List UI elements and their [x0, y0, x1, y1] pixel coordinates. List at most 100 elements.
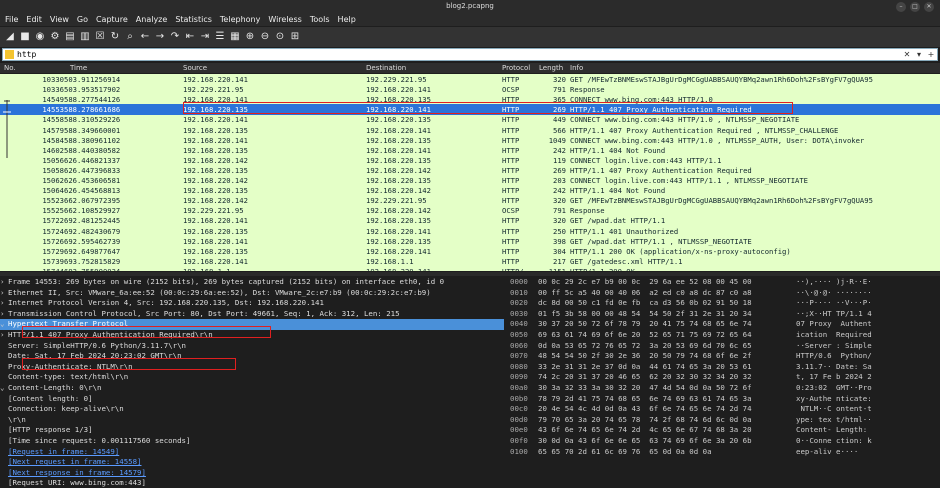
minimize-icon[interactable]: –	[896, 2, 906, 12]
tree-item-label: \r\n	[8, 414, 26, 424]
tree-item[interactable]: › Transmission Control Protocol, Src Port…	[0, 309, 504, 320]
menu-help[interactable]: Help	[335, 14, 359, 26]
tree-item[interactable]: \r\n	[0, 415, 504, 426]
expander-icon[interactable]: ⌄	[0, 383, 8, 394]
bytes-off: 0050	[510, 330, 528, 339]
tree-item[interactable]: ⌄ Content-Length: 0\r\n	[0, 383, 504, 394]
normal-size-icon[interactable]: ⊙	[273, 30, 287, 44]
tree-item[interactable]: [Request URI: www.bing.com:443]	[0, 478, 504, 488]
bytes-hex: 43 6f 6e 74 65 6e 74 2d 4c 65 6e 67 74 6…	[538, 425, 752, 435]
column-time[interactable]: Time	[70, 64, 87, 72]
bytes-off: 0000	[510, 277, 528, 286]
bytes-asc: ··),···· )j·R··E·	[796, 277, 872, 286]
dropdown-arrow-icon[interactable]: ▾	[913, 49, 925, 60]
tree-item[interactable]: ⌄ Hypertext Transfer Protocol	[0, 319, 504, 330]
open-icon[interactable]: ▤	[63, 30, 77, 44]
save-icon[interactable]: ▥	[78, 30, 92, 44]
tree-item[interactable]: Content-type: text/html\r\n	[0, 372, 504, 383]
menu-wireless[interactable]: Wireless	[265, 14, 304, 26]
tree-item[interactable]: › Frame 14553: 269 bytes on wire (2152 bi…	[0, 277, 504, 288]
display-filter-bar: ✕ ▾ +	[2, 48, 938, 61]
bytes-off: 00b0	[510, 393, 528, 403]
main-toolbar: ◢ ■ ◉ ⚙ ▤ ▥ ☒ ↻ ⌕ ← → ↷ ⇤ ⇥ ☰ ▦ ⊕ ⊖ ⊙ ⊞	[0, 27, 940, 47]
menu-view[interactable]: View	[47, 14, 72, 26]
bytes-row: 0010 00 ff 5c a5 40 00 40 06 a2 ed c0 a8 …	[506, 288, 940, 299]
bytes-asc: NTLM··C ontent-t	[796, 404, 872, 414]
close-file-icon[interactable]: ☒	[93, 30, 107, 44]
close-icon[interactable]: ✕	[924, 2, 934, 12]
menu-file[interactable]: File	[2, 14, 21, 26]
forward-icon[interactable]: →	[153, 30, 167, 44]
expander-icon[interactable]: ›	[0, 288, 8, 299]
tree-item[interactable]: Proxy-Authenticate: NTLM\r\n	[0, 362, 504, 373]
menu-go[interactable]: Go	[74, 14, 91, 26]
packet-bytes-pane[interactable]: 0000 00 0c 29 2c e7 b9 00 0c 29 6a ee 52 …	[506, 277, 940, 488]
cell-info: HTTP/1.1 200 OK	[570, 266, 635, 271]
first-icon[interactable]: ⇤	[183, 30, 197, 44]
colorize-icon[interactable]: ▦	[228, 30, 242, 44]
stop-icon[interactable]: ■	[18, 30, 32, 44]
tree-item[interactable]: [Content length: 0]	[0, 394, 504, 405]
tree-item-label: Internet Protocol Version 4, Src: 192.16…	[8, 298, 324, 308]
tree-item[interactable]: › Internet Protocol Version 4, Src: 192.1…	[0, 298, 504, 309]
column-destination[interactable]: Destination	[366, 64, 406, 72]
column-length[interactable]: Length	[539, 64, 563, 72]
menu-statistics[interactable]: Statistics	[172, 14, 215, 26]
tree-item[interactable]: Connection: keep-alive\r\n	[0, 404, 504, 415]
last-icon[interactable]: ⇥	[198, 30, 212, 44]
packet-list[interactable]: 10330 503.911256914 192.168.220.141 192.229…	[0, 74, 940, 271]
resize-columns-icon[interactable]: ⊞	[288, 30, 302, 44]
find-icon[interactable]: ⌕	[123, 30, 137, 44]
tree-item[interactable]: [HTTP response 1/3]	[0, 425, 504, 436]
column-info[interactable]: Info	[570, 64, 583, 72]
clear-filter-icon[interactable]: ✕	[901, 49, 913, 60]
bookmark-icon[interactable]	[5, 50, 14, 59]
add-filter-icon[interactable]: +	[925, 49, 937, 60]
bytes-row: 00e0 43 6f 6e 74 65 6e 74 2d 4c 65 6e 67 …	[506, 425, 940, 436]
maximize-icon[interactable]: □	[910, 2, 920, 12]
expander-icon[interactable]: ⌄	[0, 319, 8, 330]
reload-icon[interactable]: ↻	[108, 30, 122, 44]
display-filter-input[interactable]	[17, 49, 901, 60]
tree-item[interactable]: › HTTP/1.1 407 Proxy Authentication Requi…	[0, 330, 504, 341]
cell-len: 1151	[540, 266, 566, 271]
tree-item[interactable]: › Ethernet II, Src: VMware_6a:ee:52 (00:0…	[0, 288, 504, 299]
table-row[interactable]: 15744693.755900034 192.168.1.1 192.168.220…	[0, 266, 940, 271]
shark-fin-icon[interactable]: ◢	[3, 30, 17, 44]
go-to-icon[interactable]: ↷	[168, 30, 182, 44]
tree-item[interactable]: [Time since request: 0.001117560 seconds…	[0, 436, 504, 447]
tree-item[interactable]: [Request in frame: 14549]	[0, 447, 504, 458]
tree-item[interactable]: [Next request in frame: 14558]	[0, 457, 504, 468]
tree-item[interactable]: [Next response in frame: 14579]	[0, 468, 504, 479]
menu-telephony[interactable]: Telephony	[217, 14, 263, 26]
zoom-out-icon[interactable]: ⊖	[258, 30, 272, 44]
expander-icon[interactable]: ›	[0, 309, 8, 320]
bytes-asc: ··\·@·@· ········	[796, 287, 872, 297]
back-icon[interactable]: ←	[138, 30, 152, 44]
autoscroll-icon[interactable]: ☰	[213, 30, 227, 44]
cell-src: 192.168.1.1	[183, 266, 231, 271]
tree-item[interactable]: Date: Sat, 17 Feb 2024 20:23:02 GMT\r\n	[0, 351, 504, 362]
restart-icon[interactable]: ◉	[33, 30, 47, 44]
expander-icon[interactable]: ›	[0, 330, 8, 341]
tree-item[interactable]: Server: SimpleHTTP/0.6 Python/3.11.7\r\n	[0, 341, 504, 352]
menu-capture[interactable]: Capture	[93, 14, 131, 26]
column-no[interactable]: No.	[4, 64, 16, 72]
column-source[interactable]: Source	[183, 64, 207, 72]
bytes-asc: ··;X··HT TP/1.1 4	[796, 308, 872, 318]
bytes-asc: ication Required	[796, 330, 872, 339]
pane-splitter[interactable]	[0, 272, 940, 276]
options-icon[interactable]: ⚙	[48, 30, 62, 44]
packet-details-pane[interactable]: › Frame 14553: 269 bytes on wire (2152 bi…	[0, 277, 504, 488]
column-protocol[interactable]: Protocol	[502, 64, 530, 72]
bytes-off: 0010	[510, 287, 528, 297]
zoom-in-icon[interactable]: ⊕	[243, 30, 257, 44]
expander-icon[interactable]: ›	[0, 277, 8, 288]
bytes-row: 00c0 20 4e 54 4c 4d 0d 0a 43 6f 6e 74 65 …	[506, 404, 940, 415]
expander-icon[interactable]: ›	[0, 298, 8, 309]
menu-edit[interactable]: Edit	[23, 14, 45, 26]
title-bar: blog2.pcapng – □ ✕	[0, 0, 940, 14]
menu-tools[interactable]: Tools	[307, 14, 333, 26]
menu-analyze[interactable]: Analyze	[133, 14, 171, 26]
tree-item-label: [Content length: 0]	[8, 393, 93, 403]
